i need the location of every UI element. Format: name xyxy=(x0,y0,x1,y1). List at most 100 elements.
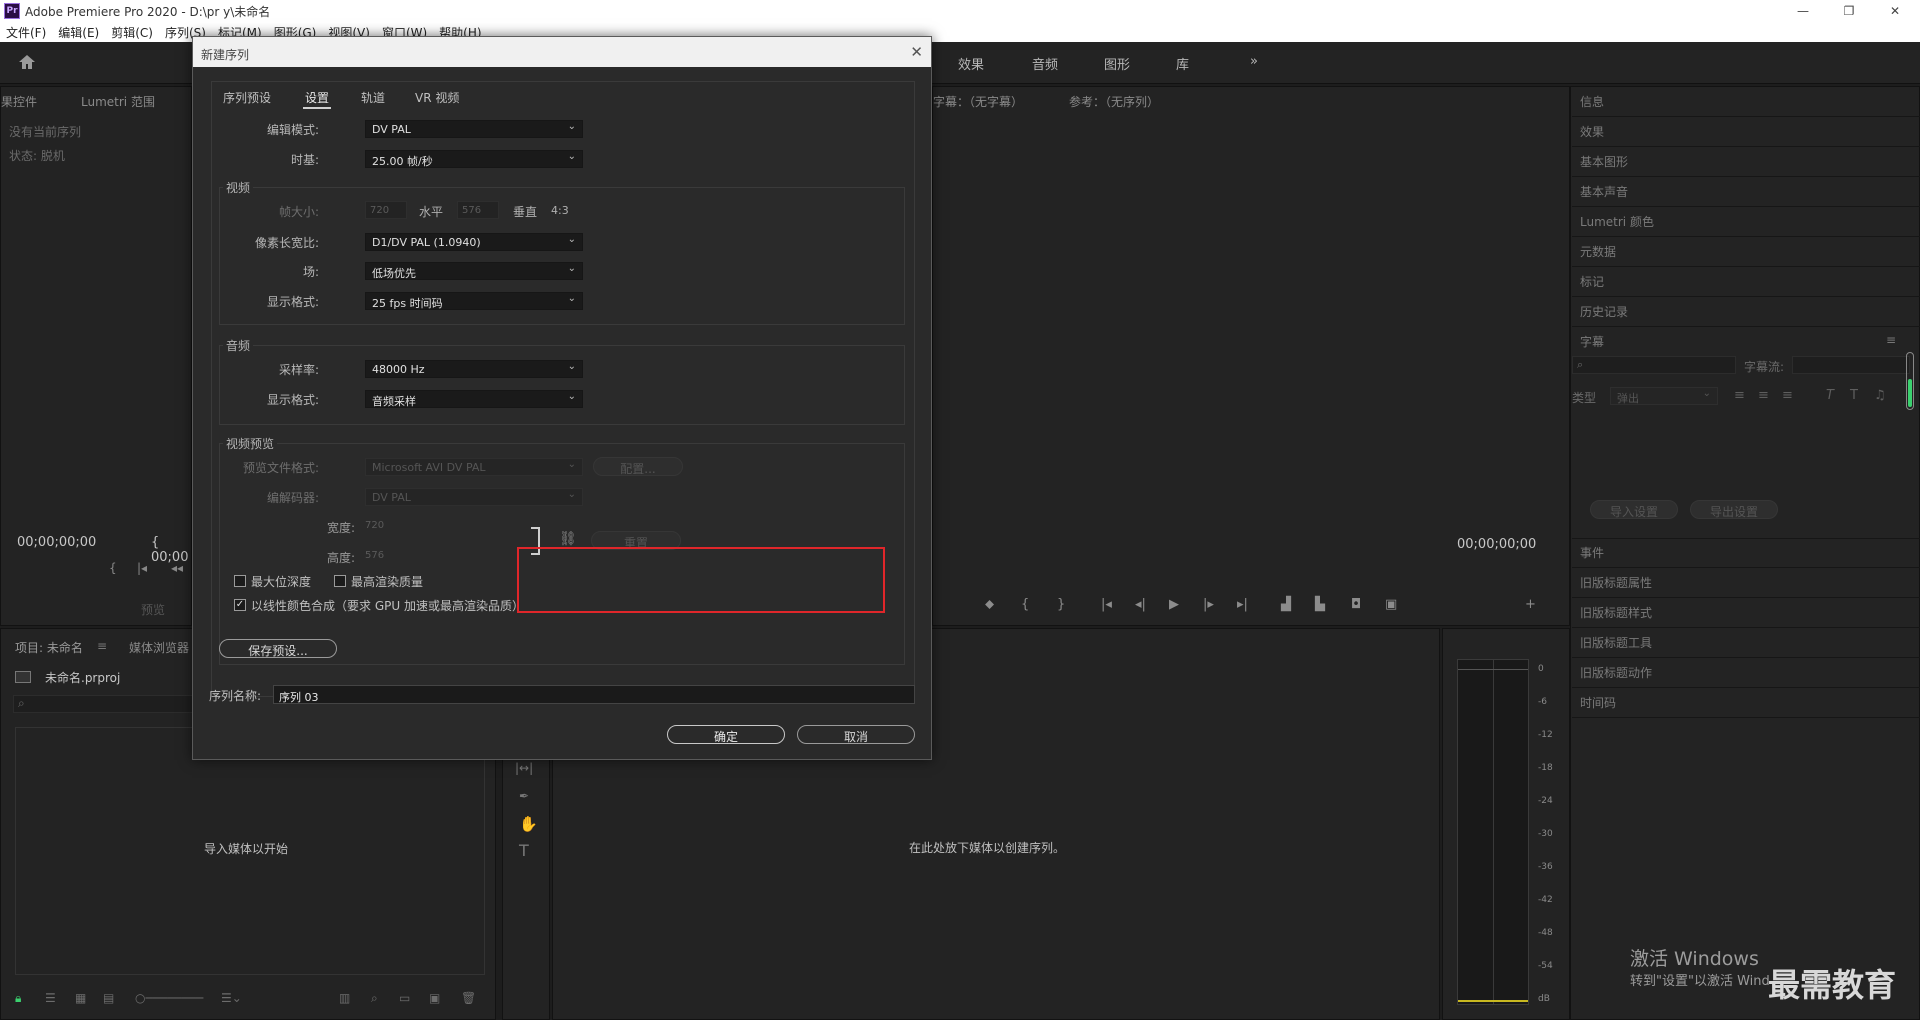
tab-settings[interactable]: 设置 xyxy=(305,89,329,106)
freeform-view-icon[interactable]: ▤ xyxy=(103,991,114,1005)
text-icon[interactable]: T xyxy=(1850,388,1858,403)
panel-legacy-title-tools[interactable]: 旧版标题工具 xyxy=(1580,634,1652,651)
fields-select[interactable]: 低场优先 ⌄ xyxy=(365,262,583,280)
automate-icon[interactable]: ▥ xyxy=(339,991,350,1005)
panel-legacy-title-actions[interactable]: 旧版标题动作 xyxy=(1580,664,1652,681)
list-view-icon[interactable]: ☰ xyxy=(45,991,56,1005)
tab-project[interactable]: 项目: 未命名 xyxy=(15,639,83,656)
workspace-tab-library[interactable]: 库 xyxy=(1176,54,1189,73)
slip-tool-icon[interactable]: |↔| xyxy=(515,761,533,775)
tab-vr-video[interactable]: VR 视频 xyxy=(415,89,459,106)
program-timecode[interactable]: 00;00;00;00 xyxy=(1457,537,1536,552)
workspace-tab-audio[interactable]: 音频 xyxy=(1032,54,1058,73)
import-settings-button[interactable]: 导入设置 xyxy=(1590,500,1678,519)
tab-sequence-presets[interactable]: 序列预设 xyxy=(223,89,271,106)
caption-type-select[interactable]: 弹出 ⌄ xyxy=(1610,387,1718,405)
zoom-slider-icon[interactable]: ○──────── xyxy=(135,991,203,1005)
caption-search-input[interactable]: ⌕ xyxy=(1572,356,1736,374)
sample-rate-select[interactable]: 48000 Hz ⌄ xyxy=(365,360,583,378)
panel-captions-title[interactable]: 字幕 xyxy=(1580,333,1604,350)
mark-out-icon[interactable]: } xyxy=(1057,597,1065,612)
timebase-select[interactable]: 25.00 帧/秒 ⌄ xyxy=(365,150,583,168)
play-icon[interactable]: ▶ xyxy=(1169,597,1179,612)
menu-clip[interactable]: 剪辑(C) xyxy=(111,24,153,41)
ok-button[interactable]: 确定 xyxy=(667,725,785,744)
audio-display-format-select[interactable]: 音频采样 ⌄ xyxy=(365,390,583,408)
icon-view-icon[interactable]: ▦ xyxy=(75,991,86,1005)
configure-button[interactable]: 配置... xyxy=(593,457,683,476)
export-settings-button[interactable]: 导出设置 xyxy=(1690,500,1778,519)
tab-media-browser[interactable]: 媒体浏览器 xyxy=(129,639,189,656)
step-back-icon[interactable]: ◂| xyxy=(1135,597,1146,612)
panel-markers[interactable]: 标记 xyxy=(1580,273,1604,290)
marker-icon[interactable]: ⬥ xyxy=(985,597,994,612)
home-icon[interactable] xyxy=(18,54,36,70)
sequence-name-input[interactable]: 序列 03 xyxy=(273,685,915,704)
height-field[interactable]: 576 xyxy=(365,550,384,561)
panel-essential-graphics[interactable]: 基本图形 xyxy=(1580,153,1628,170)
cancel-button[interactable]: 取消 xyxy=(797,725,915,744)
project-bin-area[interactable]: 导入媒体以开始 xyxy=(15,727,485,975)
italic-icon[interactable]: T xyxy=(1826,388,1834,403)
rewind-icon[interactable]: ◂◂ xyxy=(171,561,183,575)
extract-icon[interactable]: ▙ xyxy=(1315,597,1325,612)
tab-tracks[interactable]: 轨道 xyxy=(361,89,385,106)
edit-mode-select[interactable]: DV PAL ⌄ xyxy=(365,120,583,138)
trash-icon[interactable]: 🗑︎ xyxy=(461,991,476,1005)
preview-button[interactable]: 预览 xyxy=(141,601,165,618)
step-back-icon[interactable]: |◂ xyxy=(137,561,147,575)
close-icon[interactable]: ✕ xyxy=(910,43,923,61)
tab-lumetri-scopes[interactable]: Lumetri 范围 xyxy=(81,93,155,110)
caption-stream-select[interactable] xyxy=(1792,356,1910,374)
max-render-quality-checkbox[interactable] xyxy=(334,575,346,587)
panel-lumetri-color[interactable]: Lumetri 颜色 xyxy=(1580,213,1654,230)
width-field[interactable]: 720 xyxy=(365,520,384,531)
lift-icon[interactable]: ▟ xyxy=(1281,597,1291,612)
linear-color-checkbox[interactable]: ✓ xyxy=(234,599,246,611)
workspace-tab-graphics[interactable]: 图形 xyxy=(1104,54,1130,73)
save-preset-button[interactable]: 保存预设... xyxy=(219,639,337,658)
panel-scrollbar[interactable] xyxy=(1906,352,1914,410)
lock-icon[interactable]: 🔒︎ xyxy=(15,991,21,1006)
mark-in-icon[interactable]: { xyxy=(1021,597,1029,612)
tab-effect-controls[interactable]: 果控件 xyxy=(1,93,37,110)
panel-menu-icon[interactable]: ≡ xyxy=(1886,333,1896,347)
preview-file-format-select[interactable]: Microsoft AVI DV PAL ⌄ xyxy=(365,458,583,476)
align-right-icon[interactable]: ≡ xyxy=(1782,388,1793,403)
find-icon[interactable]: ⌕ xyxy=(371,991,378,1006)
effect-timecode[interactable]: 00;00;00;00 xyxy=(17,535,96,550)
panel-metadata[interactable]: 元数据 xyxy=(1580,243,1616,260)
workspace-more-icon[interactable]: » xyxy=(1250,54,1258,69)
go-to-out-icon[interactable]: ▸| xyxy=(1237,597,1248,612)
type-tool-icon[interactable]: T xyxy=(519,841,529,860)
menu-file[interactable]: 文件(F) xyxy=(6,24,46,41)
panel-essential-sound[interactable]: 基本声音 xyxy=(1580,183,1628,200)
panel-history[interactable]: 历史记录 xyxy=(1580,303,1628,320)
frame-width-field[interactable]: 720 xyxy=(365,201,407,219)
panel-info[interactable]: 信息 xyxy=(1580,93,1604,110)
export-frame-icon[interactable]: ◘ xyxy=(1351,597,1361,612)
panel-legacy-title-properties[interactable]: 旧版标题属性 xyxy=(1580,574,1652,591)
step-forward-icon[interactable]: |▸ xyxy=(1203,597,1214,612)
project-search-input[interactable]: ⌕ xyxy=(13,695,193,713)
minimize-button[interactable]: — xyxy=(1780,0,1826,22)
panel-legacy-title-styles[interactable]: 旧版标题样式 xyxy=(1580,604,1652,621)
go-to-in-icon[interactable]: |◂ xyxy=(1101,597,1112,612)
frame-height-field[interactable]: 576 xyxy=(457,201,499,219)
compare-icon[interactable]: ▣ xyxy=(1385,597,1397,612)
restore-button[interactable]: ❐ xyxy=(1826,0,1872,22)
max-bit-depth-checkbox[interactable] xyxy=(234,575,246,587)
pen-tool-icon[interactable]: ✒ xyxy=(519,789,529,803)
align-left-icon[interactable]: ≡ xyxy=(1734,388,1745,403)
scrollbar-thumb[interactable] xyxy=(1908,379,1912,407)
new-bin-icon[interactable]: ▭ xyxy=(399,991,410,1005)
project-menu-icon[interactable]: ≡ xyxy=(97,639,107,653)
menu-edit[interactable]: 编辑(E) xyxy=(58,24,99,41)
new-item-icon[interactable]: ▣ xyxy=(429,991,440,1005)
music-note-icon[interactable]: ♫ xyxy=(1874,388,1886,403)
panel-effects[interactable]: 效果 xyxy=(1580,123,1604,140)
codec-select[interactable]: DV PAL ⌄ xyxy=(365,488,583,506)
add-button-icon[interactable]: + xyxy=(1525,597,1536,612)
sort-icon[interactable]: ☰⌄ xyxy=(221,991,242,1005)
panel-timecode[interactable]: 时间码 xyxy=(1580,694,1616,711)
